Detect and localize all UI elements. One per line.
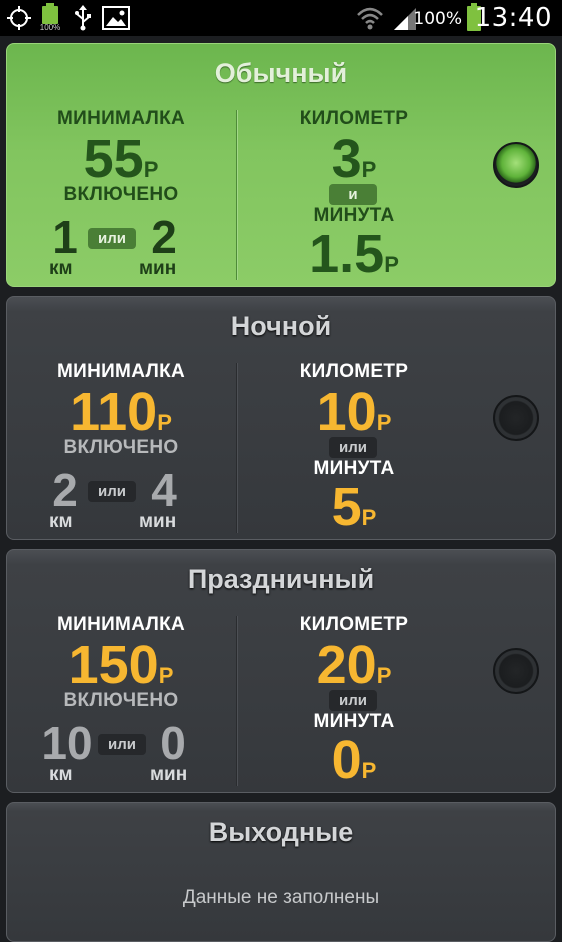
minimum-price: 150Р <box>68 635 174 695</box>
price-per-minute: 5Р <box>331 477 377 537</box>
minimum-label: МИНИМАЛКА <box>57 614 185 635</box>
connector-pill: и <box>329 184 377 205</box>
column-divider <box>236 363 237 533</box>
minimum-label: МИНИМАЛКА <box>57 361 185 382</box>
included-label: ВКЛЮЧЕНО <box>63 690 179 711</box>
included-label: ВКЛЮЧЕНО <box>63 184 179 205</box>
tariff-card-holiday[interactable]: Праздничный МИНИМАЛКА 150Р ВКЛЮЧЕНО 10 и… <box>6 549 556 793</box>
clock: 13:40 <box>474 3 552 33</box>
tariff-title: Обычный <box>214 58 348 88</box>
tariff-card-night[interactable]: Ночной МИНИМАЛКА 110Р ВКЛЮЧЕНО 2 или 4 к… <box>6 296 556 540</box>
km-unit: км <box>49 258 73 279</box>
kilometer-label: КИЛОМЕТР <box>299 361 409 382</box>
or-pill: или <box>88 228 136 249</box>
connector-pill: или <box>329 690 377 711</box>
price-per-minute: 0Р <box>331 730 377 790</box>
included-min: 2 <box>151 211 177 263</box>
usb-icon <box>75 5 91 31</box>
tariff-card-weekend[interactable]: Выходные Данные не заполнены <box>6 802 556 942</box>
status-bar: 100% 100% 13:40 <box>0 0 562 36</box>
included-min: 4 <box>151 464 177 516</box>
connector-pill: или <box>329 437 377 458</box>
tariff-radio[interactable] <box>493 395 539 441</box>
tariff-title: Выходные <box>208 817 354 847</box>
min-unit: мин <box>150 764 188 785</box>
tariff-title: Ночной <box>230 311 332 341</box>
tariff-radio[interactable] <box>493 648 539 694</box>
included-label: ВКЛЮЧЕНО <box>63 437 179 458</box>
km-unit: км <box>49 511 73 532</box>
minimum-price: 55Р <box>83 129 159 189</box>
minimum-label: МИНИМАЛКА <box>57 108 185 129</box>
wifi-icon <box>357 7 383 30</box>
battery-percent: 100% <box>413 9 462 29</box>
price-per-minute: 1.5Р <box>309 224 399 284</box>
gps-icon <box>7 6 31 30</box>
battery-notification-icon: 100% <box>40 3 60 32</box>
price-per-km: 20Р <box>316 635 392 695</box>
column-divider <box>236 110 237 280</box>
kilometer-label: КИЛОМЕТР <box>299 614 409 635</box>
min-unit: мин <box>139 511 177 532</box>
image-icon <box>102 6 130 30</box>
tariff-card-regular[interactable]: Обычный МИНИМАЛКА 55Р ВКЛЮЧЕНО 1 или 2 к… <box>6 43 556 287</box>
tariff-radio-selected[interactable] <box>493 142 539 188</box>
km-unit: км <box>49 764 73 785</box>
or-pill: или <box>88 481 136 502</box>
included-min: 0 <box>160 717 186 769</box>
minimum-price: 110Р <box>70 382 172 442</box>
price-per-km: 3Р <box>331 129 377 189</box>
tariff-title: Праздничный <box>187 564 375 594</box>
or-pill: или <box>98 734 146 755</box>
column-divider <box>236 616 237 786</box>
empty-data-note: Данные не заполнены <box>182 887 380 908</box>
min-unit: мин <box>139 258 177 279</box>
included-km: 10 <box>41 717 93 769</box>
included-km: 2 <box>52 464 78 516</box>
price-per-km: 10Р <box>316 382 392 442</box>
kilometer-label: КИЛОМЕТР <box>299 108 409 129</box>
included-km: 1 <box>52 211 78 263</box>
